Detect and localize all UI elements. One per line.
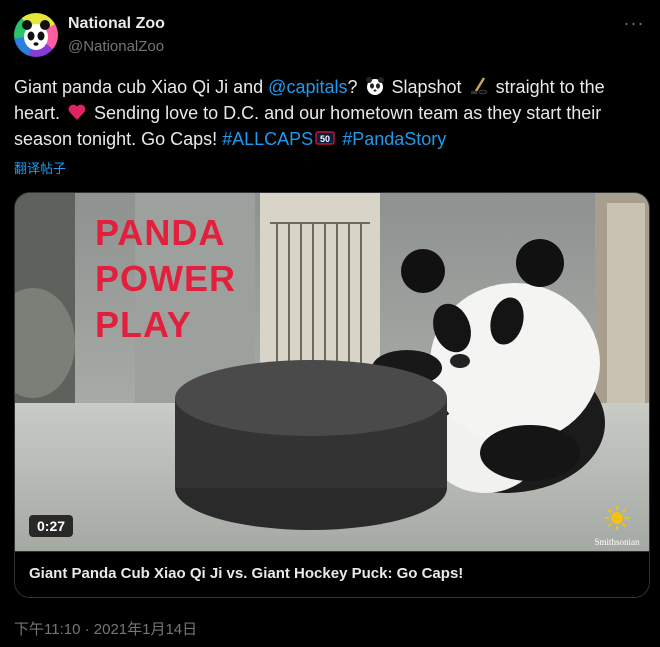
watermark-text: Smithsonian	[594, 537, 640, 547]
mention-link[interactable]: @capitals	[268, 77, 347, 97]
tweet-text: Giant panda cub Xiao Qi Ji and @capitals…	[14, 74, 644, 152]
tweet-text-segment: Giant panda cub Xiao Qi Ji and	[14, 77, 269, 97]
more-options-icon[interactable]: ···	[622, 14, 646, 38]
author-name[interactable]: National Zoo	[68, 15, 165, 33]
caps-50-emoji-icon: 50	[315, 131, 335, 145]
hockey-emoji-icon	[470, 77, 487, 95]
smithsonian-watermark: Smithsonian	[591, 505, 643, 547]
panda-emoji-icon	[365, 77, 384, 95]
overlay-title-line: PLAY	[95, 304, 192, 345]
sun-logo-icon	[605, 506, 629, 530]
video-card[interactable]: PANDA POWER PLAY 0:27 Smithsonian Giant …	[14, 192, 650, 598]
tweet-text-segment: Slapshot	[386, 77, 467, 97]
post-timestamp[interactable]: 下午11:10 · 2021年1月14日	[14, 618, 197, 639]
translate-post-link[interactable]: 翻译帖子	[14, 158, 66, 177]
video-title[interactable]: Giant Panda Cub Xiao Qi Ji vs. Giant Hoc…	[15, 551, 649, 597]
panda-logo-icon	[22, 20, 50, 50]
hashtag-link[interactable]: #ALLCAPS	[222, 129, 313, 149]
overlay-title-line: PANDA	[95, 212, 225, 253]
hashtag-link[interactable]: #PandaStory	[342, 129, 446, 149]
overlay-title-line: POWER	[95, 258, 236, 299]
svg-text:50: 50	[320, 134, 330, 144]
author-handle[interactable]: @NationalZoo	[68, 38, 164, 55]
video-duration: 0:27	[29, 515, 74, 537]
avatar[interactable]	[14, 13, 58, 57]
heart-emoji-icon	[68, 104, 86, 120]
tweet-text-segment: ?	[347, 77, 363, 97]
video-thumbnail[interactable]: PANDA POWER PLAY	[15, 193, 649, 551]
